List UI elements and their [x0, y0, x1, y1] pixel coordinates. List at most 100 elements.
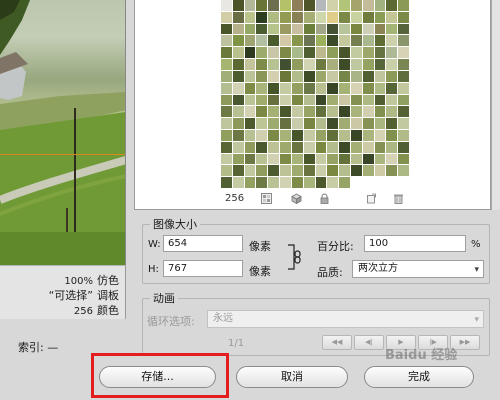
- color-swatch[interactable]: [339, 82, 350, 94]
- color-swatch[interactable]: [232, 177, 244, 188]
- color-swatch[interactable]: [280, 106, 291, 118]
- color-swatch[interactable]: [221, 141, 232, 153]
- color-swatch[interactable]: [327, 47, 339, 59]
- color-swatch[interactable]: [256, 70, 268, 82]
- color-swatch[interactable]: [362, 129, 374, 141]
- color-swatch[interactable]: [303, 177, 315, 188]
- color-swatch[interactable]: [232, 0, 244, 11]
- color-swatch[interactable]: [362, 165, 374, 177]
- color-swatch[interactable]: [221, 118, 232, 129]
- color-swatch[interactable]: [256, 141, 268, 153]
- color-swatch[interactable]: [303, 82, 315, 94]
- color-swatch[interactable]: [374, 106, 386, 118]
- color-swatch[interactable]: [339, 129, 350, 141]
- color-swatch[interactable]: [386, 0, 398, 11]
- color-swatch[interactable]: [244, 153, 256, 165]
- color-swatch[interactable]: [315, 165, 327, 177]
- prev-frame-button[interactable]: ◀|: [354, 335, 384, 350]
- color-swatch[interactable]: [386, 94, 398, 106]
- color-swatch[interactable]: [291, 59, 303, 70]
- color-swatch[interactable]: [362, 47, 374, 59]
- color-swatch[interactable]: [244, 177, 256, 188]
- color-swatch[interactable]: [291, 165, 303, 177]
- color-swatch[interactable]: [350, 70, 362, 82]
- color-swatch[interactable]: [280, 0, 291, 11]
- color-swatch[interactable]: [221, 35, 232, 47]
- color-swatch[interactable]: [350, 106, 362, 118]
- color-swatch[interactable]: [280, 129, 291, 141]
- color-swatch[interactable]: [398, 82, 409, 94]
- color-swatch[interactable]: [268, 82, 280, 94]
- color-swatch[interactable]: [232, 165, 244, 177]
- color-swatch[interactable]: [339, 165, 350, 177]
- color-swatch[interactable]: [327, 0, 339, 11]
- color-swatch[interactable]: [268, 177, 280, 188]
- color-swatch[interactable]: [268, 141, 280, 153]
- first-frame-button[interactable]: ◀◀: [322, 335, 352, 350]
- color-swatch[interactable]: [339, 94, 350, 106]
- color-swatch[interactable]: [256, 35, 268, 47]
- color-swatch[interactable]: [398, 153, 409, 165]
- color-swatch[interactable]: [221, 106, 232, 118]
- color-swatch[interactable]: [398, 165, 409, 177]
- color-swatch[interactable]: [386, 153, 398, 165]
- color-swatch[interactable]: [339, 177, 350, 188]
- color-swatch[interactable]: [303, 165, 315, 177]
- color-swatch[interactable]: [256, 165, 268, 177]
- color-swatch[interactable]: [268, 129, 280, 141]
- color-swatch[interactable]: [386, 118, 398, 129]
- color-swatch[interactable]: [256, 0, 268, 11]
- color-swatch[interactable]: [303, 141, 315, 153]
- color-swatch[interactable]: [374, 35, 386, 47]
- color-swatch[interactable]: [280, 47, 291, 59]
- color-swatch[interactable]: [386, 82, 398, 94]
- trash-icon[interactable]: [393, 193, 404, 204]
- color-swatch[interactable]: [374, 0, 386, 11]
- color-swatch[interactable]: [398, 59, 409, 70]
- color-swatch[interactable]: [291, 153, 303, 165]
- color-swatch[interactable]: [291, 94, 303, 106]
- color-swatch[interactable]: [303, 94, 315, 106]
- color-swatch[interactable]: [303, 59, 315, 70]
- color-swatch[interactable]: [221, 11, 232, 23]
- color-swatch[interactable]: [303, 35, 315, 47]
- color-swatch[interactable]: [268, 94, 280, 106]
- color-swatch[interactable]: [303, 129, 315, 141]
- color-swatch[interactable]: [374, 165, 386, 177]
- color-swatch[interactable]: [350, 82, 362, 94]
- color-swatch[interactable]: [256, 94, 268, 106]
- color-swatch[interactable]: [268, 118, 280, 129]
- color-swatch[interactable]: [362, 35, 374, 47]
- color-swatch[interactable]: [398, 11, 409, 23]
- color-swatch[interactable]: [244, 165, 256, 177]
- color-swatch[interactable]: [303, 153, 315, 165]
- cube-icon[interactable]: [291, 193, 302, 204]
- height-input[interactable]: 767: [163, 260, 243, 277]
- color-swatch[interactable]: [232, 70, 244, 82]
- width-input[interactable]: 654: [163, 235, 243, 252]
- color-swatch[interactable]: [256, 59, 268, 70]
- color-swatch[interactable]: [291, 47, 303, 59]
- color-swatch[interactable]: [327, 141, 339, 153]
- color-swatch[interactable]: [232, 118, 244, 129]
- color-swatch[interactable]: [386, 59, 398, 70]
- color-swatch[interactable]: [280, 165, 291, 177]
- color-swatch[interactable]: [350, 153, 362, 165]
- color-swatch[interactable]: [221, 82, 232, 94]
- color-swatch[interactable]: [350, 47, 362, 59]
- color-swatch[interactable]: [244, 129, 256, 141]
- color-swatch[interactable]: [339, 0, 350, 11]
- color-swatch[interactable]: [291, 129, 303, 141]
- color-swatch[interactable]: [386, 141, 398, 153]
- color-swatch[interactable]: [221, 153, 232, 165]
- color-swatch[interactable]: [374, 129, 386, 141]
- color-swatch[interactable]: [291, 106, 303, 118]
- color-swatch[interactable]: [303, 0, 315, 11]
- color-swatch[interactable]: [386, 35, 398, 47]
- color-swatch[interactable]: [315, 0, 327, 11]
- color-swatch[interactable]: [374, 23, 386, 35]
- color-swatch[interactable]: [268, 11, 280, 23]
- color-swatch[interactable]: [232, 35, 244, 47]
- color-swatch[interactable]: [268, 106, 280, 118]
- color-swatch[interactable]: [350, 165, 362, 177]
